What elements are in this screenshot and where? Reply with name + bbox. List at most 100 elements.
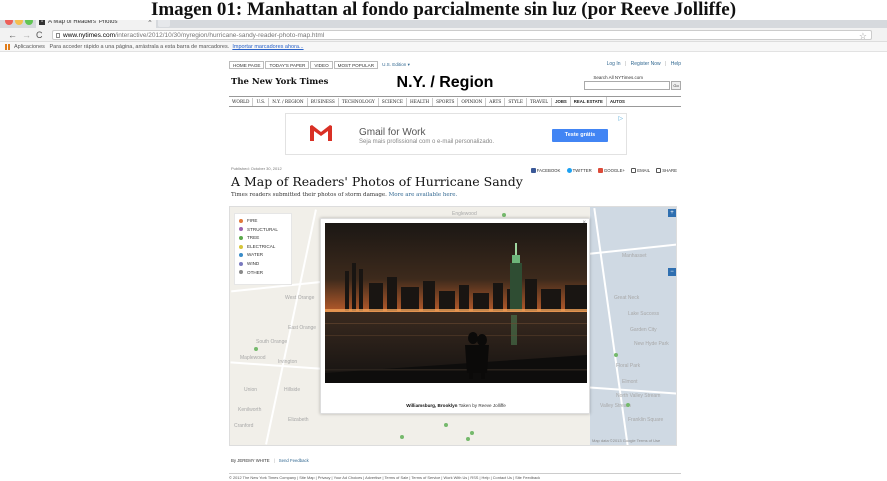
address-bar[interactable]: www.nytimes.com/interactive/2012/10/30/n…: [52, 30, 872, 40]
import-bookmarks-link[interactable]: Importar marcadores ahora...: [232, 44, 303, 50]
share-icon[interactable]: [656, 168, 662, 174]
apps-grid-icon[interactable]: [5, 43, 11, 50]
photo-marker[interactable]: [466, 437, 470, 441]
legend-fire[interactable]: FIRE: [239, 217, 291, 226]
map-label: Kenilworth: [238, 407, 262, 413]
map-label: Elizabeth: [288, 417, 309, 423]
nav-most-popular[interactable]: MOST POPULAR: [333, 61, 379, 69]
section-nav-style[interactable]: STYLE: [505, 98, 527, 106]
legend-label: FIRE: [247, 218, 258, 223]
legend-dot-other: [239, 270, 243, 275]
search-input[interactable]: [584, 81, 670, 90]
ad-title: Gmail for Work: [359, 127, 426, 138]
map-label: West Orange: [285, 295, 315, 301]
section-nav-real-estate[interactable]: REAL ESTATE: [571, 97, 607, 106]
map-label: Union: [244, 387, 258, 393]
map-attribution[interactable]: Map data ©2013 Google Terms of Use: [592, 438, 660, 443]
nav-home-page[interactable]: HOME PAGE: [229, 61, 265, 69]
section-nav-world[interactable]: WORLD: [229, 98, 254, 106]
map-label: Garden City: [630, 327, 657, 333]
bookmarks-bar: Aplicaciones Para acceder rápido a una p…: [0, 42, 887, 52]
google-plus-icon[interactable]: [597, 168, 603, 174]
section-nav-travel[interactable]: TRAVEL: [527, 98, 553, 106]
photo-marker[interactable]: [614, 353, 618, 357]
zoom-in-button[interactable]: +: [668, 209, 676, 217]
ad-subtitle: Seja mais profissional com o e-mail pers…: [359, 139, 495, 145]
bookmarks-hint: Para acceder rápido a una página, arrást…: [49, 44, 230, 50]
edition-dropdown[interactable]: U.S. Edition ▾: [379, 61, 413, 69]
nav-todays-paper[interactable]: TODAY'S PAPER: [265, 61, 310, 69]
section-nav-nyregion[interactable]: N.Y. / REGION: [269, 98, 308, 106]
facebook-icon[interactable]: [530, 168, 536, 174]
section-nav-sports[interactable]: SPORTS: [433, 98, 459, 106]
section-nav-us[interactable]: U.S.: [253, 98, 270, 106]
photo-marker[interactable]: [400, 435, 404, 439]
search-go-button[interactable]: Go: [671, 81, 681, 90]
legend-tree[interactable]: TREE: [239, 234, 291, 243]
back-arrow-icon[interactable]: ←: [8, 29, 17, 41]
browser-toolbar: ← → C www.nytimes.com/interactive/2012/1…: [0, 28, 887, 42]
gmail-ad-banner[interactable]: Gmail for Work Seja mais profissional co…: [285, 113, 627, 155]
map-label: Franklin Square: [628, 417, 664, 423]
legend-water[interactable]: WATER: [239, 251, 291, 260]
bookmarks-apps[interactable]: Aplicaciones: [14, 44, 45, 50]
forward-arrow-icon[interactable]: →: [22, 29, 31, 41]
photo-marker[interactable]: [502, 213, 506, 217]
nav-video[interactable]: VIDEO: [310, 61, 333, 69]
email-icon[interactable]: [631, 168, 637, 174]
map-label: Floral Park: [616, 363, 641, 369]
nyt-page: HOME PAGE TODAY'S PAPER VIDEO MOST POPULAR U…: [229, 61, 681, 481]
section-title[interactable]: N.Y. / Region: [345, 74, 545, 92]
ad-choices-icon[interactable]: ▷: [618, 115, 623, 122]
twitter-icon[interactable]: [566, 168, 572, 174]
section-nav-autos[interactable]: AUTOS: [607, 97, 628, 106]
section-nav-health[interactable]: HEALTH: [407, 98, 434, 106]
photo-popup: ×: [320, 218, 590, 414]
zoom-out-button[interactable]: −: [668, 268, 676, 276]
legend-dot-structural: [239, 227, 243, 232]
legend-wind[interactable]: WIND: [239, 260, 291, 269]
legend-dot-tree: [239, 235, 243, 240]
night-skyline-photo: [325, 223, 587, 383]
legend-other[interactable]: OTHER: [239, 269, 291, 278]
photo-map[interactable]: Englewood West Orange East Orange South …: [229, 206, 677, 446]
share-twitter[interactable]: TWITTER: [573, 168, 592, 173]
article-headline: A Map of Readers' Photos of Hurricane Sa…: [231, 174, 523, 189]
search-label: Search All NYTimes.com: [593, 75, 643, 80]
photo-marker[interactable]: [470, 431, 474, 435]
section-nav-technology[interactable]: TECHNOLOGY: [339, 98, 379, 106]
legend-structural[interactable]: STRUCTURAL: [239, 226, 291, 235]
photo-marker[interactable]: [444, 423, 448, 427]
register-link[interactable]: Register Now: [631, 61, 661, 67]
reload-icon[interactable]: C: [36, 29, 43, 41]
send-feedback-link[interactable]: Send Feedback: [279, 458, 309, 463]
nyt-logo[interactable]: The New York Times: [231, 77, 328, 87]
section-nav-jobs[interactable]: JOBS: [552, 97, 571, 106]
share-email[interactable]: EMAIL: [637, 168, 650, 173]
section-nav-arts[interactable]: ARTS: [486, 98, 506, 106]
share-google[interactable]: GOOGLE+: [604, 168, 625, 173]
ad-cta-button[interactable]: Teste grátis: [552, 129, 608, 142]
map-label: East Orange: [288, 325, 317, 331]
account-links: Log In | Register Now | Help: [606, 61, 681, 67]
section-nav-opinion[interactable]: OPINION: [458, 98, 487, 106]
reader-photo[interactable]: [325, 223, 587, 383]
legend-label: STRUCTURAL: [247, 226, 278, 232]
more-available-link[interactable]: More are available here.: [389, 192, 458, 198]
bookmark-star-icon[interactable]: ☆: [859, 32, 867, 40]
section-nav-business[interactable]: BUSINESS: [308, 98, 339, 106]
help-link[interactable]: Help: [671, 61, 681, 67]
photo-marker[interactable]: [254, 347, 258, 351]
byline: By JEREMY WHITE | Send Feedback: [231, 458, 309, 463]
photo-marker[interactable]: [626, 403, 630, 407]
map-label: South Orange: [256, 339, 288, 345]
map-label: Maplewood: [240, 355, 266, 361]
section-nav-science[interactable]: SCIENCE: [379, 98, 407, 106]
photo-caption: Williamsburg, Brooklyn Taken by Reeve Jo…: [321, 403, 591, 408]
share-facebook[interactable]: FACEBOOK: [537, 168, 561, 173]
login-link[interactable]: Log In: [607, 61, 621, 67]
gmail-logo-icon: [309, 124, 333, 142]
legend-label: WATER: [247, 252, 264, 258]
legend-electrical[interactable]: ELECTRICAL: [239, 243, 291, 252]
share-more[interactable]: SHARE: [662, 168, 677, 173]
